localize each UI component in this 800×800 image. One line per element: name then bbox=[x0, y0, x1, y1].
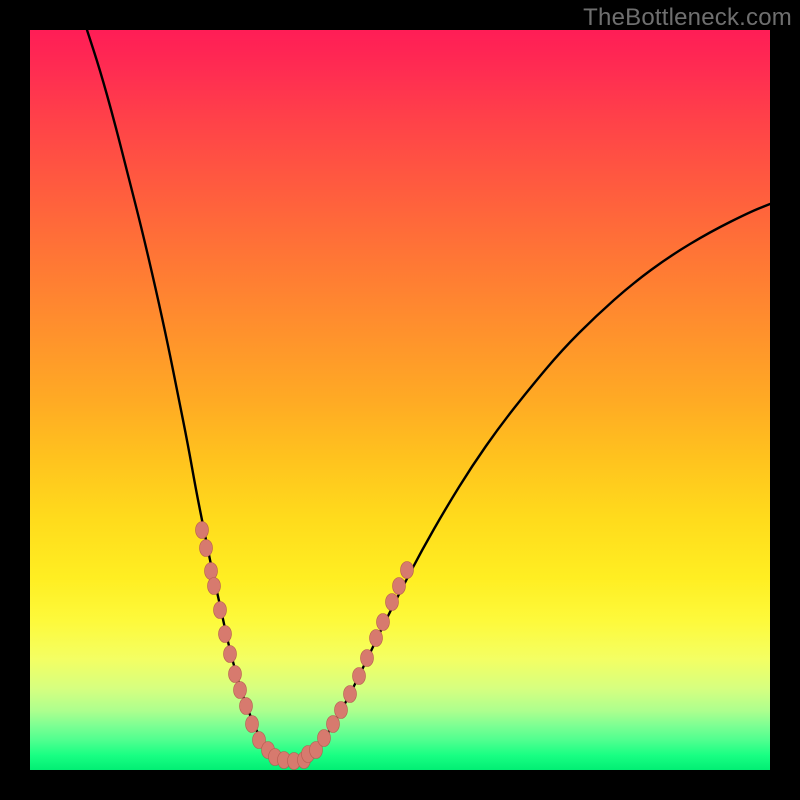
chart-overlay bbox=[30, 30, 770, 770]
sample-dot bbox=[370, 630, 383, 647]
sample-dot bbox=[196, 522, 209, 539]
sample-dot bbox=[224, 646, 237, 663]
bottleneck-curve bbox=[87, 30, 770, 761]
sample-dot bbox=[344, 686, 357, 703]
sample-dot bbox=[229, 666, 242, 683]
sample-dot bbox=[208, 578, 221, 595]
sample-dot bbox=[353, 668, 366, 685]
sample-dot bbox=[401, 562, 414, 579]
chart-frame: TheBottleneck.com bbox=[0, 0, 800, 800]
sample-dot bbox=[200, 540, 213, 557]
sample-dot bbox=[335, 702, 348, 719]
sample-dot bbox=[377, 614, 390, 631]
sample-dot bbox=[246, 716, 259, 733]
sample-dot bbox=[234, 682, 247, 699]
sample-dot bbox=[386, 594, 399, 611]
sample-dot bbox=[318, 730, 331, 747]
sample-dot bbox=[393, 578, 406, 595]
sample-dot bbox=[214, 602, 227, 619]
sample-dot bbox=[205, 563, 218, 580]
watermark-label: TheBottleneck.com bbox=[583, 4, 792, 32]
sample-dot bbox=[240, 698, 253, 715]
sample-dot bbox=[219, 626, 232, 643]
sample-dot bbox=[327, 716, 340, 733]
sample-dots-group bbox=[196, 522, 414, 770]
sample-dot bbox=[361, 650, 374, 667]
